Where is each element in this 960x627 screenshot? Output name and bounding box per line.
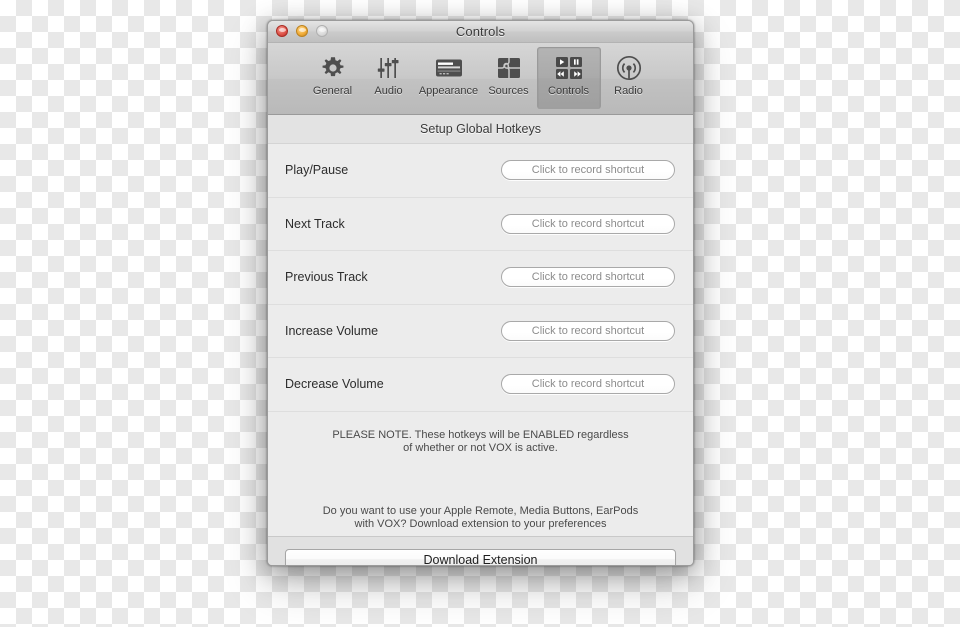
shortcut-recorder-next-track[interactable]: Click to record shortcut [501, 213, 675, 234]
shortcut-recorder-previous-track[interactable]: Click to record shortcut [501, 267, 675, 288]
warning-note-line2: of whether or not VOX is active. [403, 442, 558, 455]
hotkey-label: Play/Pause [285, 163, 349, 178]
preferences-toolbar: General Audio Appearance Sources Control… [268, 43, 693, 115]
toolbar-item-controls[interactable]: Controls [536, 47, 601, 109]
toolbar-item-appearance[interactable]: Appearance [417, 47, 481, 109]
toolbar-label-audio: Audio [374, 85, 403, 97]
notes-area: PLEASE NOTE. These hotkeys will be ENABL… [268, 411, 693, 536]
toolbar-label-appearance: Appearance [418, 85, 479, 97]
hotkey-row-decrease-volume: Decrease Volume Click to record shortcut [268, 358, 693, 412]
promo-note: Do you want to use your Apple Remote, Me… [268, 505, 693, 533]
hotkey-label: Decrease Volume [285, 377, 384, 392]
toolbar-item-radio[interactable]: Radio [601, 47, 657, 109]
toolbar-label-sources: Sources [488, 85, 529, 97]
gear-icon [320, 53, 346, 83]
hotkey-row-previous-track: Previous Track Click to record shortcut [268, 251, 693, 305]
shortcut-recorder-play-pause[interactable]: Click to record shortcut [501, 160, 675, 181]
hotkey-label: Increase Volume [285, 323, 379, 338]
window-footer: Download Extension [268, 535, 693, 565]
broadcast-icon [616, 53, 642, 83]
download-extension-button[interactable]: Download Extension [285, 549, 676, 565]
hotkey-label: Previous Track [285, 270, 368, 285]
toolbar-label-general: General [312, 85, 353, 97]
shortcut-recorder-decrease-volume[interactable]: Click to record shortcut [501, 374, 675, 395]
promo-note-line1: Do you want to use your Apple Remote, Me… [322, 504, 639, 517]
window-title: Controls [455, 24, 506, 39]
window-icon [435, 53, 463, 83]
sliders-icon [376, 53, 402, 83]
hotkey-row-increase-volume: Increase Volume Click to record shortcut [268, 304, 693, 358]
toolbar-label-radio: Radio [614, 85, 643, 97]
section-header-label: Setup Global Hotkeys [420, 122, 541, 136]
shortcut-recorder-increase-volume[interactable]: Click to record shortcut [501, 320, 675, 341]
toolbar-item-general[interactable]: General [305, 47, 361, 109]
hotkey-row-play-pause: Play/Pause Click to record shortcut [268, 144, 693, 198]
preferences-window: Controls General Audio Appearance Source… [267, 20, 694, 566]
toolbar-label-controls: Controls [548, 85, 589, 97]
transport-icon [554, 53, 584, 83]
toolbar-item-sources[interactable]: Sources [481, 47, 537, 109]
promo-note-line2: with VOX? Download extension to your pre… [354, 518, 607, 531]
puzzle-icon [496, 53, 522, 83]
window-titlebar[interactable]: Controls [268, 21, 693, 43]
hotkey-row-next-track: Next Track Click to record shortcut [268, 197, 693, 251]
section-header: Setup Global Hotkeys [268, 115, 693, 144]
toolbar-item-audio[interactable]: Audio [361, 47, 417, 109]
warning-note: PLEASE NOTE. These hotkeys will be ENABL… [268, 429, 693, 457]
screenshot-canvas: Controls General Audio Appearance Source… [0, 0, 960, 627]
hotkey-label: Next Track [285, 216, 345, 231]
warning-note-line1: PLEASE NOTE. These hotkeys will be ENABL… [332, 428, 629, 441]
hotkey-list: Play/Pause Click to record shortcut Next… [268, 144, 693, 412]
